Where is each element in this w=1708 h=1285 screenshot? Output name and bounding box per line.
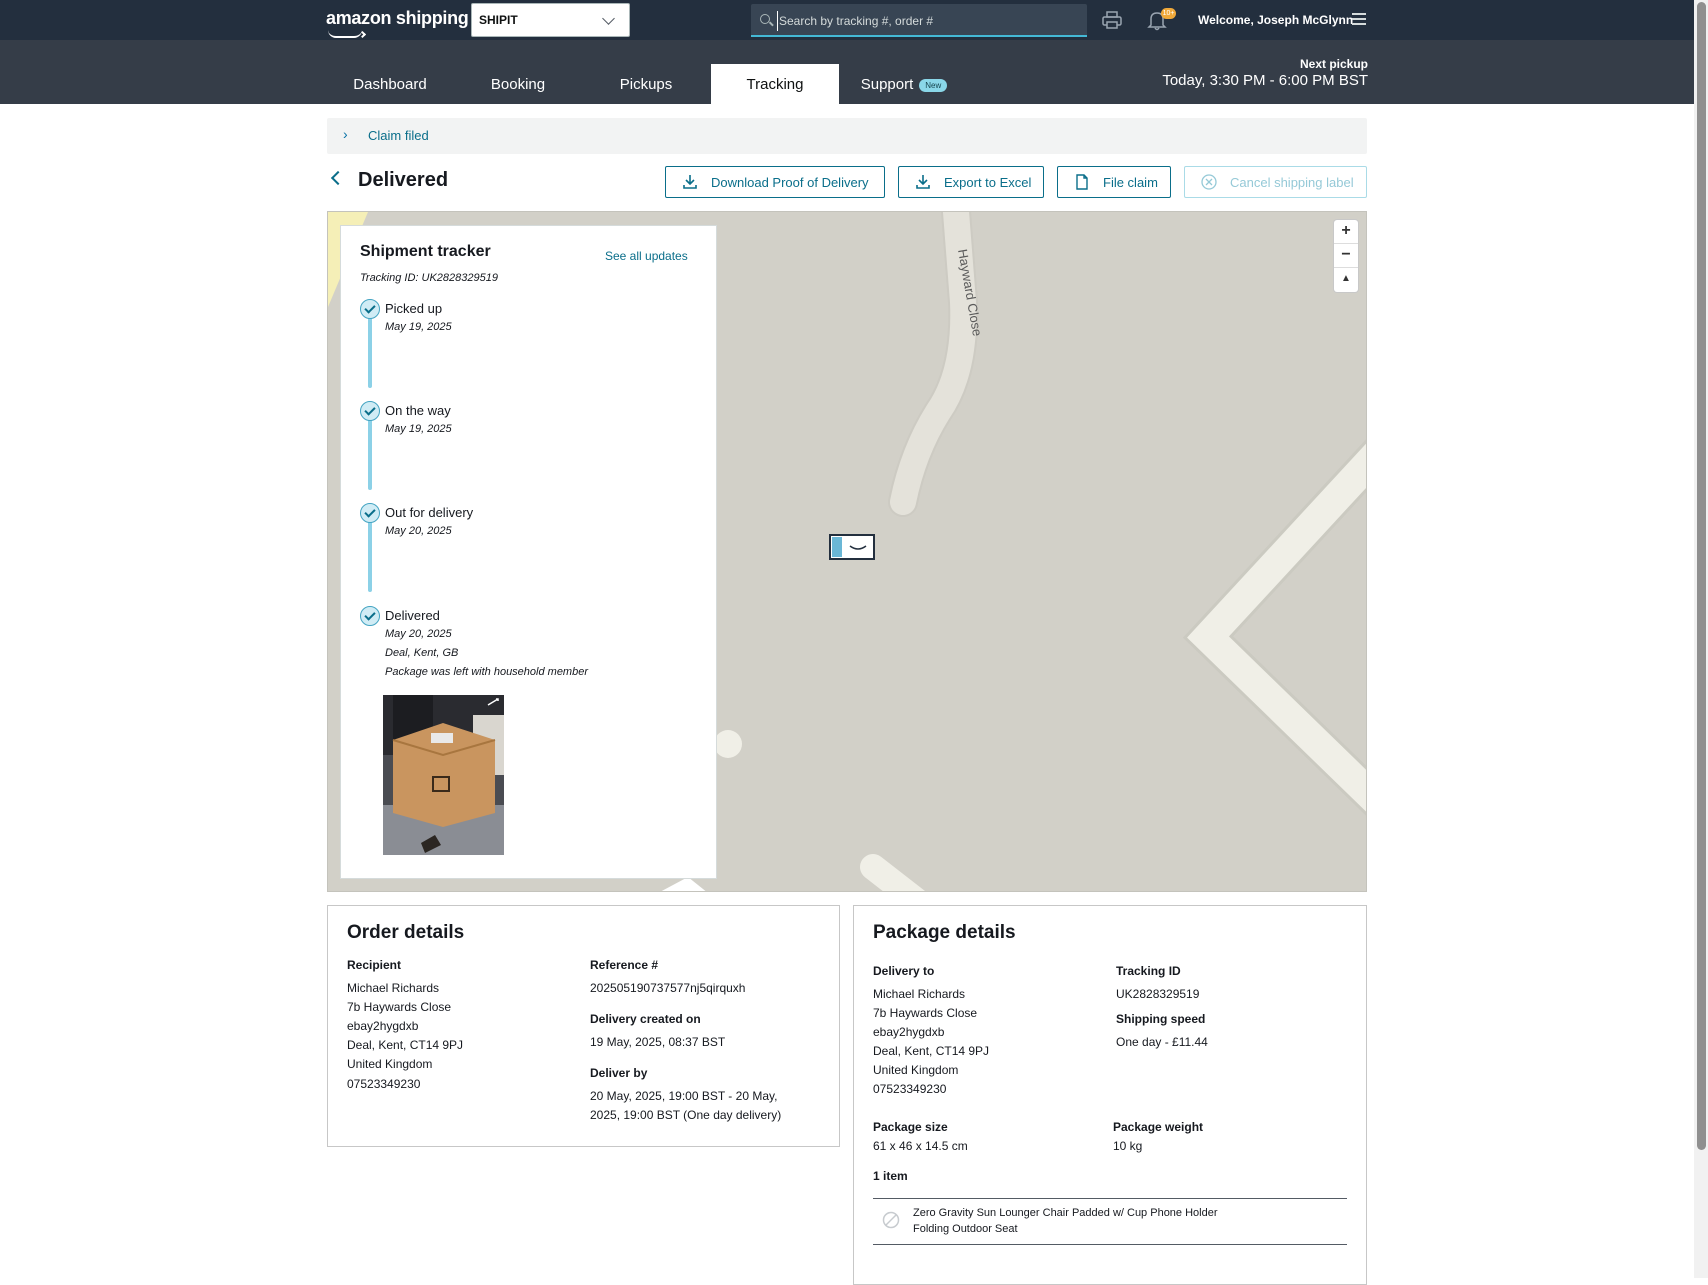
deliver-by-value-line1: 20 May, 2025, 19:00 BST - 20 May,: [590, 1089, 778, 1103]
tracker-title: Shipment tracker: [360, 243, 491, 260]
search-icon: [760, 14, 770, 24]
step-location: Deal, Kent, GB: [385, 647, 459, 659]
step-date: May 19, 2025: [385, 321, 452, 333]
search-input[interactable]: [777, 11, 1077, 31]
check-circle-icon: [360, 401, 380, 421]
package-weight-value: 10 kg: [1113, 1139, 1143, 1153]
order-details-title: Order details: [347, 922, 465, 943]
chevron-down-icon: [602, 12, 615, 25]
document-icon: [1076, 174, 1088, 190]
main-nav: Dashboard Booking Pickups Tracking Suppo…: [0, 40, 1694, 104]
recipient-address-line: 7b Haywards Close: [347, 1000, 452, 1014]
shipment-tracker-panel: Shipment tracker Tracking ID: UK28283295…: [340, 225, 717, 879]
tab-tracking[interactable]: Tracking: [711, 64, 839, 104]
page-title: Delivered: [358, 169, 449, 191]
divider: [873, 1244, 1347, 1245]
tracking-id-value: UK2828329519: [1116, 987, 1200, 1001]
see-all-updates-link[interactable]: See all updates: [605, 249, 688, 263]
order-details-card: Order details Recipient Michael Richards…: [327, 905, 840, 1147]
tab-support[interactable]: Support New: [848, 64, 960, 104]
top-bar: amazon shipping SHIPIT 10+ Welcome, Jose…: [0, 0, 1694, 40]
delivery-to-label: Delivery to: [873, 964, 935, 978]
search-box: [751, 4, 1087, 37]
step-title: Picked up: [385, 301, 443, 316]
new-badge: New: [919, 78, 948, 92]
menu-icon[interactable]: [1352, 13, 1366, 25]
recipient-country: United Kingdom: [347, 1057, 433, 1071]
delivery-created-value: 19 May, 2025, 08:37 BST: [590, 1035, 726, 1049]
check-circle-icon: [360, 606, 380, 626]
zoom-out-icon[interactable]: −: [1334, 244, 1358, 268]
package-marker-icon: [829, 534, 875, 560]
deliver-by-value-line2: 2025, 19:00 BST (One day delivery): [590, 1108, 782, 1122]
package-weight-label: Package weight: [1113, 1120, 1204, 1134]
step-date: May 20, 2025: [385, 628, 452, 640]
download-icon: [683, 175, 697, 189]
scrollbar-thumb[interactable]: [1697, 2, 1706, 1150]
download-icon: [916, 175, 930, 189]
step-title: Delivered: [385, 608, 440, 623]
tracking-id-label: Tracking ID: [1116, 964, 1181, 978]
tab-pickups[interactable]: Pickups: [596, 64, 696, 104]
check-circle-icon: [360, 503, 380, 523]
amazon-shipping-logo[interactable]: amazon shipping: [326, 8, 469, 39]
chevron-right-icon: ›: [343, 126, 348, 142]
step-date: May 19, 2025: [385, 423, 452, 435]
account-select[interactable]: SHIPIT: [471, 3, 630, 37]
package-size-value: 61 x 46 x 14.5 cm: [873, 1139, 968, 1153]
delivery-to-address-line: Deal, Kent, CT14 9PJ: [873, 1044, 990, 1058]
step-title: On the way: [385, 403, 451, 418]
step-date: May 20, 2025: [385, 525, 452, 537]
items-count: 1 item: [873, 1169, 908, 1183]
next-pickup-value: Today, 3:30 PM - 6:00 PM BST: [1162, 72, 1368, 89]
account-select-value: SHIPIT: [479, 13, 518, 27]
notification-count-badge: 10+: [1161, 8, 1176, 19]
recipient-address-line: ebay2hygdxb: [347, 1019, 419, 1033]
cancel-circle-icon: [1201, 174, 1217, 190]
next-pickup-label: Next pickup: [1299, 57, 1368, 71]
download-proof-of-delivery-button[interactable]: Download Proof of Delivery: [665, 166, 885, 198]
package-details-title: Package details: [873, 922, 1016, 943]
recipient-name: Michael Richards: [347, 981, 440, 995]
map-zoom-controls: + − ▲: [1334, 220, 1358, 292]
export-to-excel-button[interactable]: Export to Excel: [898, 166, 1044, 198]
recipient-phone: 07523349230: [347, 1077, 421, 1091]
claim-filed-text: Claim filed: [368, 128, 429, 143]
divider: [873, 1198, 1347, 1199]
delivery-to-country: United Kingdom: [873, 1063, 959, 1077]
delivery-to-name: Michael Richards: [873, 987, 966, 1001]
printer-icon[interactable]: [1102, 11, 1122, 29]
claim-filed-bar[interactable]: › Claim filed: [327, 118, 1367, 154]
reference-value: 202505190737577nj5qirquxh: [590, 981, 746, 995]
no-image-icon: [882, 1211, 900, 1229]
package-size-label: Package size: [873, 1120, 948, 1134]
step-note: Package was left with household member: [385, 666, 588, 678]
delivery-to-address-line: 7b Haywards Close: [873, 1006, 978, 1020]
cancel-shipping-label-button[interactable]: Cancel shipping label: [1184, 166, 1367, 198]
zoom-in-icon[interactable]: +: [1334, 220, 1358, 244]
file-claim-button[interactable]: File claim: [1057, 166, 1171, 198]
shipping-speed-label: Shipping speed: [1116, 1012, 1206, 1026]
item-name-line1: Zero Gravity Sun Lounger Chair Padded w/…: [913, 1207, 1218, 1219]
back-arrow-icon[interactable]: [330, 170, 346, 186]
step-title: Out for delivery: [385, 505, 474, 520]
check-circle-icon: [360, 299, 380, 319]
reference-label: Reference #: [590, 958, 659, 972]
delivery-created-label: Delivery created on: [590, 1012, 701, 1026]
tab-dashboard[interactable]: Dashboard: [340, 64, 440, 104]
package-details-card: Package details Delivery to Michael Rich…: [853, 905, 1367, 1285]
shipping-speed-value: One day - £11.44: [1116, 1035, 1208, 1049]
deliver-by-label: Deliver by: [590, 1066, 648, 1080]
delivery-to-address-line: ebay2hygdxb: [873, 1025, 945, 1039]
welcome-text[interactable]: Welcome, Joseph McGlynn: [1198, 13, 1353, 27]
tracker-tracking-id: Tracking ID: UK2828329519: [360, 272, 498, 284]
tab-booking[interactable]: Booking: [468, 64, 568, 104]
item-name-line2: Folding Outdoor Seat: [913, 1223, 1018, 1235]
recipient-address-line: Deal, Kent, CT14 9PJ: [347, 1038, 464, 1052]
reset-north-icon[interactable]: ▲: [1334, 268, 1358, 292]
delivery-to-phone: 07523349230: [873, 1082, 947, 1096]
proof-of-delivery-photo[interactable]: [383, 695, 504, 855]
recipient-label: Recipient: [347, 958, 402, 972]
